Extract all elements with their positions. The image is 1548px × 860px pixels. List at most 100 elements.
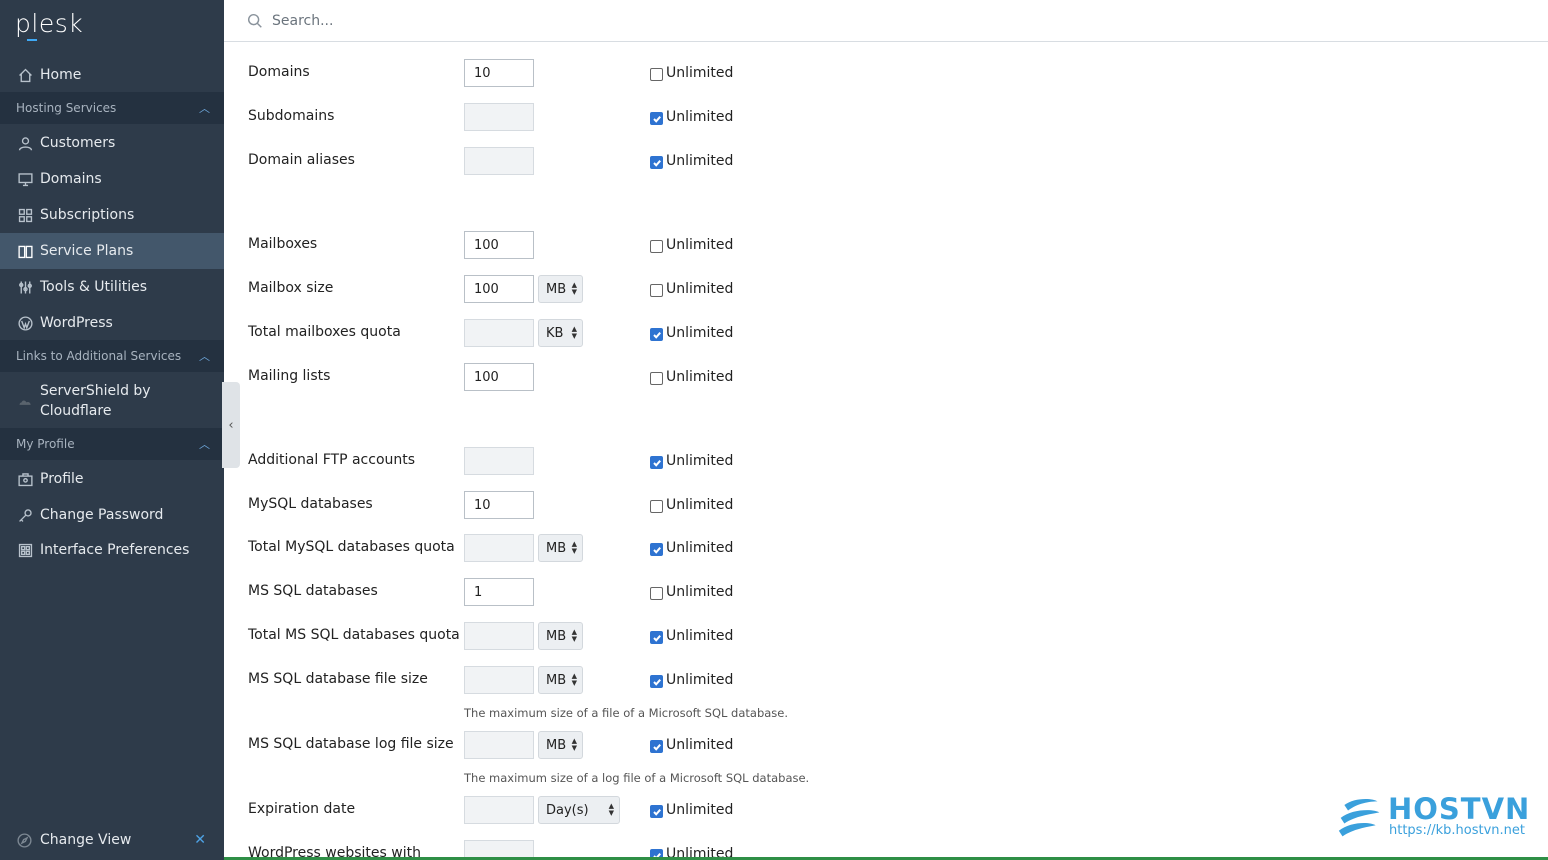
select-arrows-icon: ▲ ▼ [571,540,577,555]
sidebar-item-subscriptions[interactable]: Subscriptions [0,197,224,233]
search-icon [247,13,262,28]
checkbox-checked-icon[interactable] [650,543,663,556]
checkbox-checked-icon[interactable] [650,456,663,469]
limit-row: Additional FTP accounts Unlimited [248,447,848,477]
unlimited-checkbox[interactable]: Unlimited [650,153,733,169]
unlimited-label: Unlimited [666,672,734,688]
compass-icon [16,831,34,849]
close-icon[interactable]: ✕ [194,832,206,848]
unlimited-label: Unlimited [666,584,734,600]
section-my-profile[interactable]: My Profile ︿ [0,428,224,460]
sidebar-item-tools[interactable]: Tools & Utilities [0,269,224,305]
checkbox-checked-icon[interactable] [650,631,663,644]
sidebar-item-home[interactable]: Home [0,57,224,93]
sidebar-item-label: Home [40,67,82,83]
change-view-button[interactable]: Change View ✕ [0,822,224,858]
unlimited-label: Unlimited [666,237,734,253]
checkbox-checked-icon[interactable] [650,805,663,818]
sidebar-item-wordpress[interactable]: WordPress [0,305,224,341]
checkbox-unchecked-icon[interactable] [650,68,663,81]
unlimited-checkbox[interactable]: Unlimited [650,369,733,385]
limit-value-input[interactable] [464,275,534,303]
unit-select-value: MB [546,737,567,753]
limit-value-input[interactable] [464,319,534,347]
unlimited-checkbox[interactable]: Unlimited [650,109,733,125]
limit-value-input[interactable] [464,491,534,519]
limit-value-input[interactable] [464,363,534,391]
checkbox-checked-icon[interactable] [650,675,663,688]
unit-select-value: MB [546,281,567,297]
limit-value-input[interactable] [464,447,534,475]
limit-row: Mailbox size MB ▲▼ Unlimited [248,275,848,305]
section-hosting-services[interactable]: Hosting Services ︿ [0,92,224,124]
sliders-icon [16,278,34,296]
checkbox-checked-icon[interactable] [650,328,663,341]
limit-value-input[interactable] [464,534,534,562]
sidebar-item-service-plans[interactable]: Service Plans [0,233,224,269]
sidebar-item-customers[interactable]: Customers [0,125,224,161]
search-input[interactable] [272,12,872,29]
limit-label: MS SQL databases [248,583,378,599]
unlimited-checkbox[interactable]: Unlimited [650,497,733,513]
limit-value-input[interactable] [464,666,534,694]
checkbox-checked-icon[interactable] [650,740,663,753]
unit-select[interactable]: MB ▲ ▼ [538,622,583,650]
user-icon [16,134,34,152]
unlimited-checkbox[interactable]: Unlimited [650,802,733,818]
limit-value-input[interactable] [464,231,534,259]
select-arrows-icon: ▲ ▼ [571,281,577,296]
unlimited-checkbox[interactable]: Unlimited [650,737,733,753]
checkbox-checked-icon[interactable] [650,156,663,169]
unlimited-label: Unlimited [666,325,734,341]
limit-row: Mailboxes Unlimited [248,231,848,261]
checkbox-unchecked-icon[interactable] [650,500,663,513]
unlimited-checkbox[interactable]: Unlimited [650,281,733,297]
unit-select[interactable]: KB ▲ ▼ [538,319,583,347]
sidebar-item-profile[interactable]: Profile [0,461,224,497]
plesk-logo[interactable]: plesk [15,9,83,41]
unit-select[interactable]: MB ▲ ▼ [538,666,583,694]
unit-select[interactable]: Day(s) ▲ ▼ [538,796,620,824]
checkbox-unchecked-icon[interactable] [650,587,663,600]
unlimited-checkbox[interactable]: Unlimited [650,325,733,341]
limit-value-input[interactable] [464,796,534,824]
unlimited-checkbox[interactable]: Unlimited [650,672,733,688]
key-icon [16,506,34,524]
limit-value-input[interactable] [464,578,534,606]
checkbox-unchecked-icon[interactable] [650,240,663,253]
limit-value-input[interactable] [464,59,534,87]
unlimited-checkbox[interactable]: Unlimited [650,540,733,556]
sidebar-collapse-toggle[interactable]: ‹ [222,382,240,468]
select-arrows-icon: ▲ ▼ [608,802,614,817]
sidebar-item-domains[interactable]: Domains [0,161,224,197]
monitor-icon [16,170,34,188]
sidebar-item-change-password[interactable]: Change Password [0,497,224,533]
limit-label: Total MySQL databases quota [248,539,455,555]
unit-select[interactable]: MB ▲ ▼ [538,731,583,759]
unlimited-checkbox[interactable]: Unlimited [650,65,733,81]
limit-value-input[interactable] [464,731,534,759]
limit-row: MS SQL database log file size MB ▲ ▼ Unlimit… [248,731,848,761]
limit-value-input[interactable] [464,622,534,650]
unlimited-checkbox[interactable]: Unlimited [650,584,733,600]
unlimited-checkbox[interactable]: Unlimited [650,237,733,253]
search-bar [224,0,1548,42]
unlimited-checkbox[interactable]: Unlimited [650,453,733,469]
checkbox-unchecked-icon[interactable] [650,284,663,297]
unit-select[interactable]: MB ▲ ▼ [538,534,583,562]
sidebar-item-servershield[interactable]: ServerShield by Cloudflare [0,373,224,429]
unlimited-label: Unlimited [666,109,734,125]
limit-row: Expiration date Day(s) ▲ ▼ Unlimited [248,796,848,826]
limit-value-input[interactable] [464,147,534,175]
unit-select[interactable]: MB ▲ ▼ [538,275,583,303]
checkbox-checked-icon[interactable] [650,112,663,125]
unlimited-label: Unlimited [666,453,734,469]
checkbox-unchecked-icon[interactable] [650,372,663,385]
limit-value-input[interactable] [464,103,534,131]
section-links-additional[interactable]: Links to Additional Services ︿ [0,340,224,372]
unlimited-checkbox[interactable]: Unlimited [650,628,733,644]
sidebar-item-interface-preferences[interactable]: Interface Preferences [0,532,224,568]
watermark-brand: HOSTVN [1388,792,1531,826]
unlimited-label: Unlimited [666,628,734,644]
book-icon [16,242,34,260]
